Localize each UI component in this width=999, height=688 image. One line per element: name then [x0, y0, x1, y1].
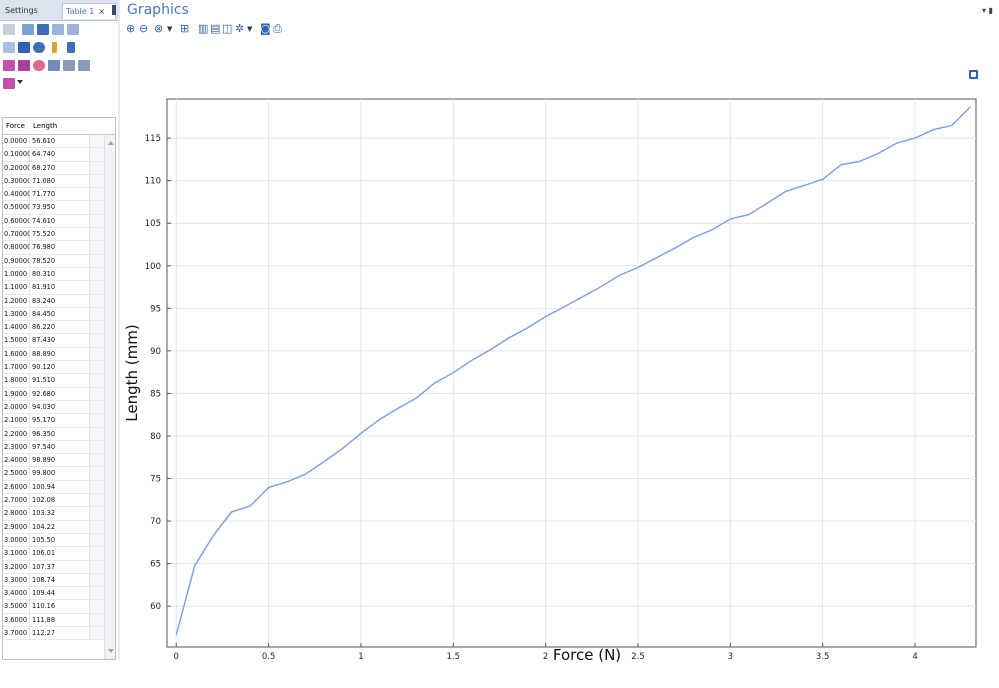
x-tick-label: 2 [543, 652, 548, 662]
y-tick-label: 115 [145, 134, 161, 144]
x-axis-title: Force (N) [553, 646, 621, 664]
x-tick-label: 2.5 [631, 652, 645, 662]
x-tick-label: 3.5 [816, 652, 830, 662]
y-tick-label: 85 [150, 389, 161, 399]
line-chart: 0 0.5 1 1.5 2 2.5 3 3.5 4 60 65 70 75 80 85 90 95 100 105… [123, 98, 977, 664]
x-tick-label: 3 [728, 652, 733, 662]
y-tick-label: 70 [150, 517, 161, 527]
y-tick-label: 100 [145, 262, 161, 272]
y-tick-label: 60 [150, 602, 161, 612]
y-tick-label: 105 [145, 219, 161, 229]
y-tick-label: 95 [150, 304, 161, 314]
y-tick-label: 110 [145, 177, 161, 187]
x-tick-label: 1.5 [447, 652, 461, 662]
x-tick-label: 0.5 [262, 652, 276, 662]
y-tick-label: 90 [150, 347, 161, 357]
y-tick-label: 80 [150, 432, 161, 442]
x-tick-label: 1 [358, 652, 363, 662]
y-tick-label: 65 [150, 560, 161, 570]
x-tick-label: 4 [912, 652, 917, 662]
plot-area[interactable] [166, 98, 977, 648]
y-axis-title: Length (mm) [123, 324, 141, 421]
y-tick-label: 75 [150, 475, 161, 485]
x-tick-label: 0 [174, 652, 179, 662]
